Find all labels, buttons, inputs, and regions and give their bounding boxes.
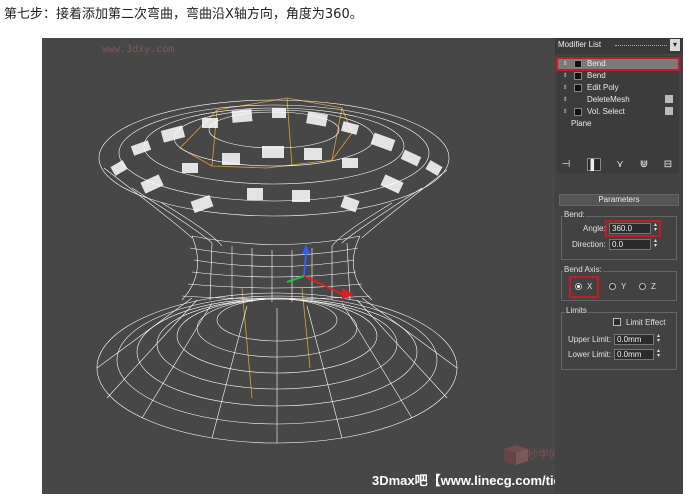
- bend-gizmo: [179, 97, 353, 399]
- square-icon: [665, 107, 673, 115]
- highlight-box-angle: [605, 220, 661, 237]
- axis-z-radio[interactable]: [639, 283, 646, 290]
- stack-toolbar: ⊣ ▌ ⋎ ⋓ ⊟: [557, 156, 679, 174]
- limit-effect-checkbox[interactable]: [613, 318, 621, 326]
- axis-y-radio[interactable]: [609, 283, 616, 290]
- stack-item-bend[interactable]: ♁ Bend: [557, 70, 679, 81]
- step-caption: 第七步：接着添加第二次弯曲，弯曲沿X轴方向，角度为360。: [4, 7, 363, 22]
- lightbulb-icon[interactable]: ♁: [562, 107, 570, 115]
- expand-icon[interactable]: [574, 72, 582, 80]
- chevron-down-icon[interactable]: ▾: [670, 39, 680, 51]
- make-unique-icon[interactable]: ⋎: [613, 158, 627, 171]
- top-cap-wire: [98, 99, 450, 247]
- axis-gizmo: [286, 244, 354, 300]
- watermark-top: www.3dxy.com: [102, 44, 175, 55]
- lower-limit-field[interactable]: 0.0mm: [614, 349, 654, 360]
- watermark-logo-text: 1秒学网: [520, 448, 555, 461]
- expand-icon[interactable]: [574, 84, 582, 92]
- square-icon: [665, 95, 673, 103]
- stack-item-plane[interactable]: Plane: [557, 118, 679, 129]
- upper-limit-field[interactable]: 0.0mm: [614, 334, 654, 345]
- stack-item-vol-select[interactable]: ♁ Vol. Select: [557, 106, 679, 117]
- upper-limit-spinner[interactable]: ▴ ▾: [655, 333, 662, 345]
- direction-spinner[interactable]: ▴ ▾: [652, 238, 659, 250]
- configure-sets-icon[interactable]: ⊟: [661, 158, 675, 171]
- highlight-box-axis: [569, 276, 599, 298]
- show-end-result-icon[interactable]: ▌: [587, 158, 601, 171]
- lightbulb-icon[interactable]: ♁: [562, 71, 570, 79]
- modifier-list-dropdown[interactable]: Modifier List ▾: [555, 38, 683, 54]
- command-panel: Modifier List ▾ ♁ Bend ♁ Bend ♁ Edit Pol…: [555, 38, 683, 494]
- lower-limit-spinner[interactable]: ▴ ▾: [655, 348, 662, 360]
- direction-field[interactable]: 0.0: [609, 239, 651, 250]
- stack-item-deletemesh[interactable]: ♁ DeleteMesh: [557, 94, 679, 105]
- lightbulb-icon[interactable]: ♁: [562, 95, 570, 103]
- stack-item-edit-poly[interactable]: ♁ Edit Poly: [557, 82, 679, 93]
- top-cap-patches: [110, 108, 443, 214]
- 3d-viewport[interactable]: www.3dxy.com 1秒学网 3Dmax吧【www.linecg.com/…: [42, 38, 555, 494]
- lightbulb-icon[interactable]: ♁: [562, 83, 570, 91]
- watermark-bottom: 3Dmax吧【www.linecg.com/tieba/1771】: [372, 473, 555, 488]
- wireframe-mesh: [96, 97, 458, 444]
- bottom-cone-wire: [96, 292, 458, 444]
- highlight-box-stack: [556, 57, 680, 71]
- parameters-rollout[interactable]: Parameters: [559, 194, 679, 206]
- remove-modifier-icon[interactable]: ⋓: [637, 158, 651, 171]
- expand-icon[interactable]: [574, 108, 582, 116]
- pin-stack-icon[interactable]: ⊣: [559, 158, 573, 171]
